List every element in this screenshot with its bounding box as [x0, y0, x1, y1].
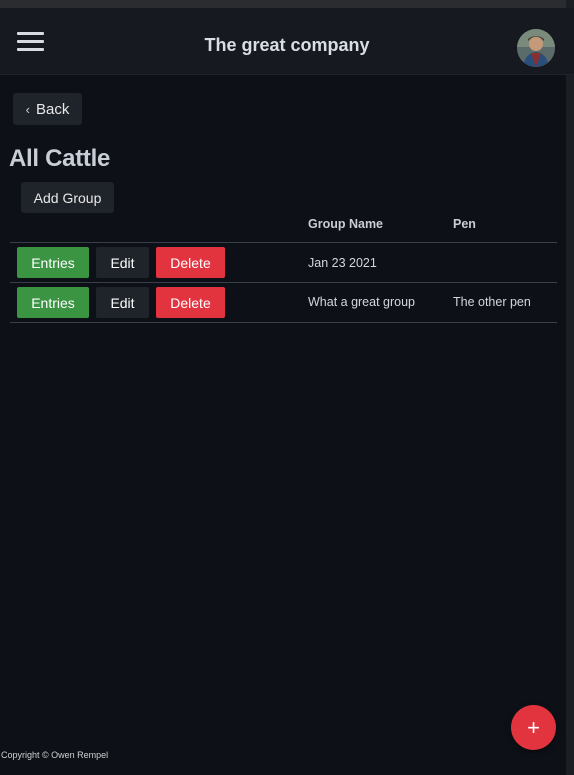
entries-button[interactable]: Entries: [17, 287, 89, 318]
top-strip: [0, 0, 574, 8]
column-header-group-name: Group Name: [308, 217, 384, 231]
back-button[interactable]: ‹ Back: [13, 93, 82, 125]
table-row-divider: [10, 282, 557, 283]
back-label: Back: [35, 100, 70, 118]
avatar-image: [517, 29, 555, 67]
edit-button[interactable]: Edit: [96, 287, 149, 318]
column-header-pen: Pen: [453, 217, 476, 231]
delete-button[interactable]: Delete: [156, 287, 225, 318]
group-name-cell: Jan 23 2021: [308, 256, 377, 270]
copyright-text: Copyright © Owen Rempel: [1, 750, 109, 760]
table-row-divider: [10, 322, 557, 323]
entries-button[interactable]: Entries: [17, 247, 89, 278]
edit-button[interactable]: Edit: [96, 247, 149, 278]
chevron-left-icon: ‹: [25, 101, 30, 117]
delete-button[interactable]: Delete: [156, 247, 225, 278]
header-title: The great company: [204, 35, 370, 55]
plus-icon: +: [527, 714, 540, 740]
page-title: All Cattle: [9, 145, 111, 172]
app-header: The great company: [0, 8, 574, 75]
add-group-button[interactable]: Add Group: [21, 182, 114, 213]
right-edge-bar: [566, 0, 574, 775]
avatar[interactable]: [517, 29, 555, 67]
pen-cell: The other pen: [453, 295, 531, 309]
table-header-divider: [10, 242, 557, 243]
add-fab-button[interactable]: +: [511, 705, 556, 750]
group-name-cell: What a great group: [308, 295, 416, 309]
